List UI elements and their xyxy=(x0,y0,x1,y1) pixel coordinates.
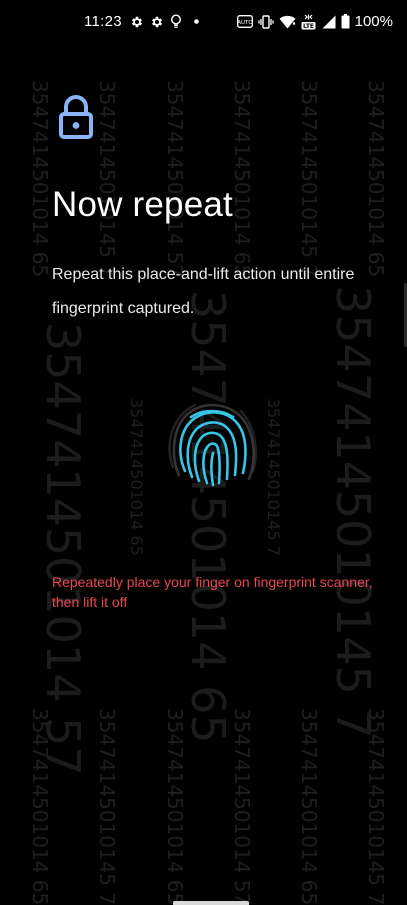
dot-icon xyxy=(194,19,199,24)
vibrate-icon xyxy=(257,14,274,29)
watermark-text: 3547414501014 65 xyxy=(230,80,254,278)
svg-text:LTE: LTE xyxy=(303,23,314,30)
home-handle[interactable] xyxy=(173,901,249,905)
page-description: Repeat this place-and-lift action until … xyxy=(52,266,355,317)
auto-brightness-icon: AUTO xyxy=(236,15,253,28)
watermark-text: 35474145010145 7 xyxy=(95,708,119,905)
watermark-text: 3547414501014 65 xyxy=(163,708,187,905)
wifi-icon xyxy=(279,15,296,29)
watermark-text: 3547414501014 65 xyxy=(28,80,52,278)
signal-icon xyxy=(321,15,336,29)
lte-icon: LTE xyxy=(301,14,316,30)
watermark-text: 35474145010145 7 xyxy=(364,708,388,905)
svg-text:AUTO: AUTO xyxy=(237,20,253,26)
watermark-text: 3547414501014 65 xyxy=(28,708,52,905)
scanner-hint: Repeatedly place your finger on fingerpr… xyxy=(52,574,373,610)
watermark-text: 3547414501014 57 xyxy=(163,80,187,278)
watermark-text: 3547414501014 57 xyxy=(36,322,90,776)
watermark-text: 35474145010145 7 xyxy=(297,80,321,278)
watermark-text: 3547414501014 57 xyxy=(230,708,254,905)
watermark-text: 35474145010145 7 xyxy=(95,80,119,278)
watermark-text: 3547414501014 65 xyxy=(297,708,321,905)
battery-icon xyxy=(341,14,350,29)
watermark-text: 35474145010145 7 xyxy=(264,398,283,556)
bulb-icon xyxy=(170,14,182,29)
watermark-text: 3547414501014 65 xyxy=(364,80,388,278)
gear-icon xyxy=(150,15,164,29)
page-title: Now repeat xyxy=(52,185,233,224)
lock-icon xyxy=(58,95,94,144)
status-right: AUTO LTE 100% xyxy=(236,13,393,30)
watermark-text: 3547414501014 65 xyxy=(181,290,235,744)
status-time: 11:23 xyxy=(84,13,122,30)
status-bar: 11:23 AUTO LTE 100% xyxy=(0,0,407,44)
gear-icon xyxy=(130,15,144,29)
watermark-text: 3547414501014 65 xyxy=(127,398,146,556)
battery-percent: 100% xyxy=(354,13,393,30)
fingerprint-icon[interactable] xyxy=(165,397,261,498)
status-left: 11:23 xyxy=(84,13,199,30)
watermark-text: 35474145010145 7 xyxy=(326,285,380,739)
